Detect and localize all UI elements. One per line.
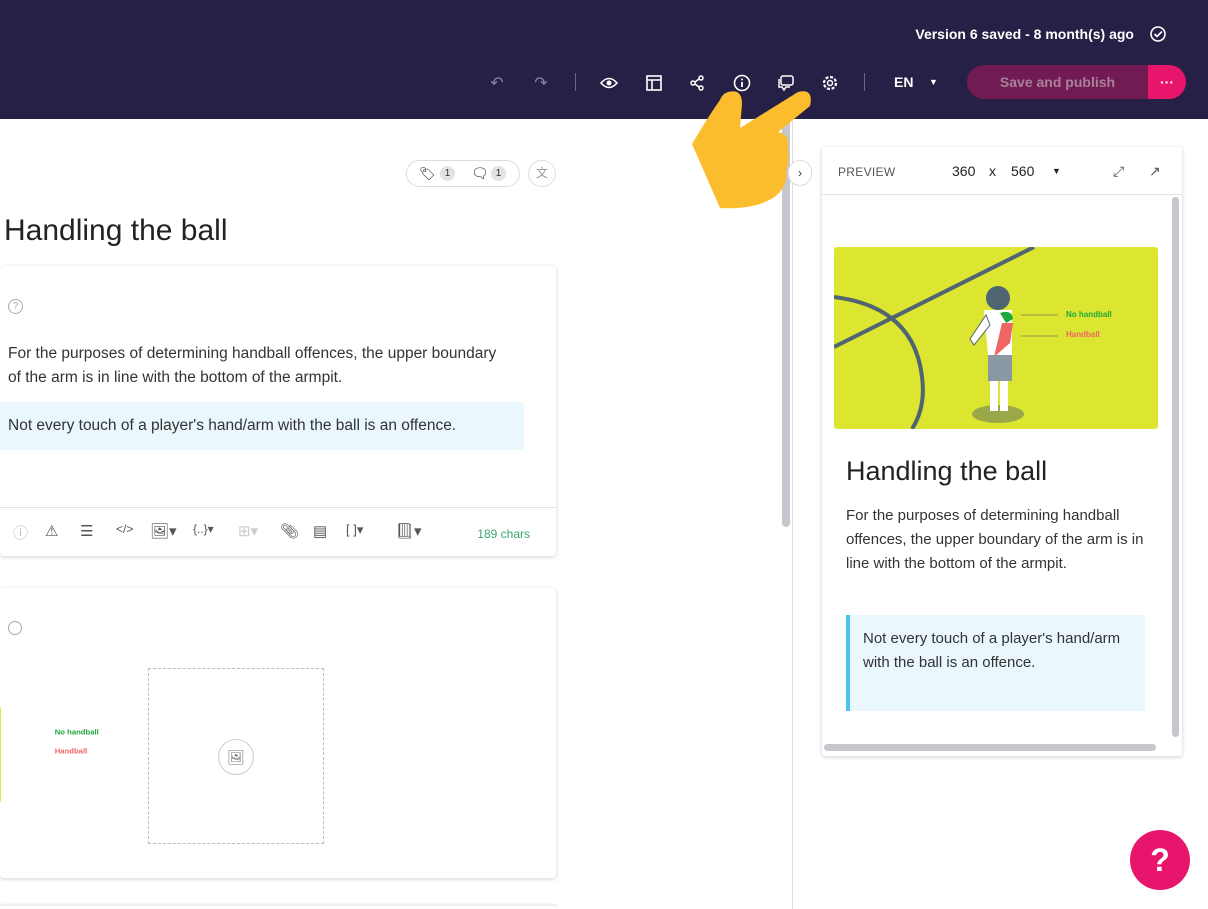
tags-comments-pill[interactable]: 🏷︎ 1 🗨︎ 1: [406, 160, 520, 187]
add-image-placeholder[interactable]: 🖼︎: [148, 668, 324, 844]
preview-paragraph: For the purposes of determining handball…: [846, 507, 1144, 572]
note-icon[interactable]: ▤: [313, 522, 327, 540]
callout-text: Not every touch of a player's hand/arm w…: [8, 417, 457, 434]
preview-label: PREVIEW: [838, 165, 896, 179]
comment-icon: 🗨︎: [471, 165, 489, 181]
text-line: arm is in line with the bottom of the ar…: [51, 369, 343, 386]
preview-horizontal-scrollbar[interactable]: [824, 744, 1156, 751]
text-block-card: ? For the purposes of determining handba…: [0, 266, 556, 556]
separator: [575, 73, 576, 91]
callout-box[interactable]: Not every touch of a player's hand/arm w…: [0, 402, 524, 450]
text-paragraph[interactable]: For the purposes of determining handball…: [8, 342, 508, 390]
attachment-icon[interactable]: 📎︎: [280, 522, 299, 540]
help-icon[interactable]: ?: [8, 299, 23, 314]
settings-gear-icon[interactable]: [819, 72, 841, 94]
version-status: Version 6 saved - 8 month(s) ago: [915, 26, 1134, 42]
table-icon[interactable]: ⊞▾: [238, 522, 258, 540]
char-count: 189 chars: [477, 527, 530, 541]
dimension-x: x: [989, 163, 996, 179]
redo-icon[interactable]: ↷: [530, 72, 552, 94]
comment-count: 1: [491, 166, 506, 181]
no-handball-label: No handball: [1066, 310, 1112, 319]
checklist-icon[interactable]: ☰: [80, 522, 93, 540]
more-options-button[interactable]: ···: [1148, 65, 1186, 99]
expand-icon[interactable]: ⤢: [1113, 163, 1124, 180]
top-bar: Version 6 saved - 8 month(s) ago ↶ ↷ EN …: [0, 0, 1208, 119]
preview-width[interactable]: 360: [952, 163, 975, 179]
panel-divider[interactable]: [792, 119, 793, 909]
glossary-icon[interactable]: 📕︎▾: [395, 522, 422, 540]
image-add-icon[interactable]: 🖼︎: [218, 739, 254, 775]
tag-icon: 🏷︎: [419, 166, 436, 181]
open-external-icon[interactable]: ↗: [1149, 163, 1161, 180]
caret-down-icon[interactable]: ▼: [1052, 166, 1061, 176]
tag-count: 1: [440, 166, 455, 181]
pointing-hand-icon: [692, 91, 811, 209]
translate-icon[interactable]: 文: [528, 160, 556, 187]
preview-callout: Not every touch of a player's hand/arm w…: [846, 615, 1145, 711]
caret-down-icon[interactable]: ▼: [929, 77, 938, 87]
preview-panel: PREVIEW 360 x 560 ▼ ⤢ ↗ No handball Hand…: [822, 147, 1182, 756]
help-icon[interactable]: [8, 621, 22, 635]
preview-image: No handball Handball: [834, 247, 1158, 429]
saved-check-icon: [1147, 23, 1169, 45]
save-and-publish-button[interactable]: Save and publish: [967, 65, 1148, 99]
language-select[interactable]: EN: [894, 74, 913, 90]
preview-eye-icon[interactable]: [598, 72, 620, 94]
variable-icon[interactable]: {..}▾: [193, 522, 214, 536]
bracket-icon[interactable]: [ ]▾: [346, 522, 363, 538]
image-thumbnail[interactable]: No handball Handball: [0, 667, 123, 842]
warning-icon[interactable]: ⚠: [45, 522, 58, 540]
info-icon[interactable]: ⓘ: [13, 522, 28, 543]
preview-title: Handling the ball: [846, 456, 1048, 486]
preview-header: PREVIEW 360 x 560 ▼ ⤢ ↗: [822, 147, 1182, 195]
handball-label: Handball: [1066, 330, 1100, 339]
help-button[interactable]: ?: [1130, 830, 1190, 890]
preview-vertical-scrollbar[interactable]: [1172, 197, 1179, 737]
handball-label: Handball: [55, 747, 87, 756]
page-title: Handling the ball: [4, 214, 228, 247]
editor-toolbar: ⓘ ⚠ ☰ </> 🖼︎▾ {..}▾ ⊞▾ 📎︎ ▤ [ ]▾ 📕︎▾ 189…: [0, 507, 556, 556]
image-block-card: No handball Handball 🖼︎: [0, 588, 556, 878]
separator: [864, 73, 865, 91]
image-insert-icon[interactable]: 🖼︎▾: [150, 522, 177, 540]
preview-height[interactable]: 560: [1011, 163, 1034, 179]
no-handball-label: No handball: [55, 727, 99, 736]
code-icon[interactable]: </>: [116, 522, 133, 536]
undo-icon[interactable]: ↶: [486, 72, 508, 94]
layout-icon[interactable]: [643, 72, 665, 94]
